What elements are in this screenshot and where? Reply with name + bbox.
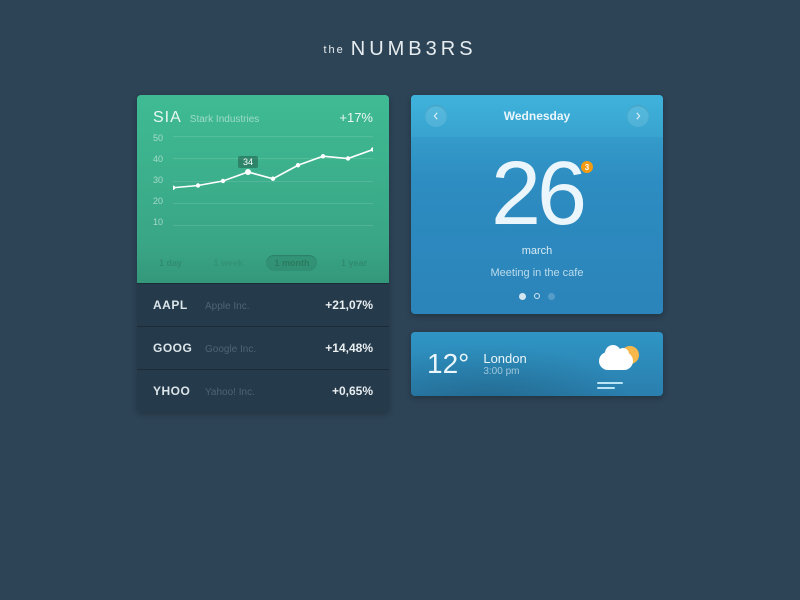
notification-badge[interactable]: 3 [581,161,593,173]
range-1week[interactable]: 1 week [205,255,251,271]
range-1month[interactable]: 1 month [266,255,317,271]
featured-symbol: SIA [153,109,182,127]
cloud-icon [599,352,633,370]
pager-dot[interactable] [534,293,540,299]
calendar-next-button[interactable] [627,105,649,127]
pager-dot[interactable] [548,293,555,300]
stocks-featured: SIA Stark Industries +17% 50 40 30 20 10 [137,95,389,247]
chart-line-icon [173,136,373,226]
featured-name: Stark Industries [190,114,332,125]
chevron-left-icon [432,112,440,120]
range-1day[interactable]: 1 day [151,255,190,271]
featured-change: +17% [339,110,373,125]
calendar-event: Meeting in the cafe [423,267,651,279]
weather-temp: 12° [427,348,469,380]
range-1year[interactable]: 1 year [333,255,375,271]
list-item[interactable]: YHOO Yahoo! Inc. +0,65% [137,369,389,412]
page-title: the NUMB3RS [0,0,800,61]
calendar-date: 26 [423,149,651,239]
weather-card: 12° London 3:00 pm [411,332,663,396]
calendar-card: Wednesday 3 26 march Meeting in the cafe [411,95,663,314]
weather-icon [595,344,647,384]
stocks-list: AAPL Apple Inc. +21,07% GOOG Google Inc.… [137,283,389,412]
chart-y-axis: 50 40 30 20 10 [153,133,163,227]
list-item[interactable]: GOOG Google Inc. +14,48% [137,326,389,369]
calendar-weekday: Wednesday [504,109,570,123]
chevron-right-icon [634,112,642,120]
stocks-chart: 50 40 30 20 10 [153,133,373,241]
calendar-month: march [423,245,651,257]
calendar-pager [423,293,651,300]
wind-icon [597,382,623,384]
chart-highlight-label: 34 [238,156,258,168]
pager-dot[interactable] [519,293,526,300]
stocks-card: SIA Stark Industries +17% 50 40 30 20 10 [137,95,389,412]
weather-city: London [483,351,526,366]
calendar-prev-button[interactable] [425,105,447,127]
list-item[interactable]: AAPL Apple Inc. +21,07% [137,283,389,326]
chart-range-tabs: 1 day 1 week 1 month 1 year [137,247,389,283]
title-prefix: the [323,44,344,56]
weather-time: 3:00 pm [483,366,526,377]
title-main: NUMB3RS [351,38,477,60]
